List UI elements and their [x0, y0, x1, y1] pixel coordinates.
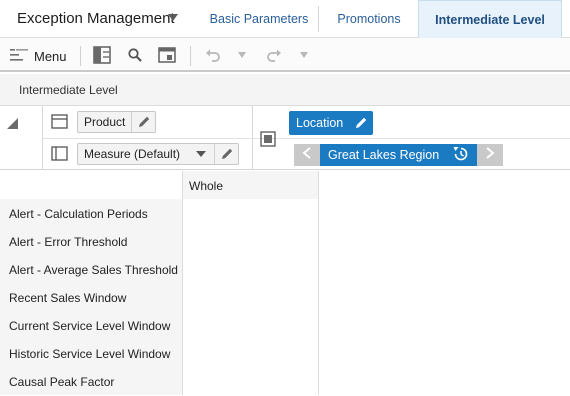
tab-intermediate-level[interactable]: Intermediate Level [418, 0, 562, 38]
grid-cell[interactable] [183, 283, 319, 311]
menu-icon [10, 48, 28, 65]
search-icon[interactable] [126, 46, 144, 64]
measure-dimension-select[interactable]: Measure (Default) [77, 143, 240, 165]
tab-basic-parameters[interactable]: Basic Parameters [200, 0, 318, 38]
menu-button[interactable]: Menu [10, 46, 67, 66]
reset-icon[interactable] [453, 146, 469, 165]
grid-corner-cell [0, 171, 183, 199]
edit-pencil-icon[interactable] [131, 112, 155, 132]
table-row: Causal Peak Factor [0, 367, 319, 395]
location-dimension-chip[interactable]: Location [289, 111, 374, 135]
row-header[interactable]: Current Service Level Window [0, 311, 183, 339]
table-row: Recent Sales Window [0, 283, 319, 311]
column-header-row: Whole [0, 171, 319, 199]
layout-column-icon[interactable] [51, 146, 68, 166]
toolbar-divider [80, 46, 81, 66]
previous-page-button[interactable] [294, 144, 320, 166]
table-row: Alert - Calculation Periods [0, 199, 319, 227]
next-page-button[interactable] [477, 144, 504, 166]
app-window: Exception Management Basic Parameters Pr… [0, 0, 570, 396]
chevron-down-icon[interactable] [295, 46, 313, 64]
grid-cell[interactable] [183, 255, 319, 283]
tab-promotions[interactable]: Promotions [320, 0, 418, 38]
app-menu-caret-icon[interactable] [168, 14, 178, 21]
row-header[interactable]: Recent Sales Window [0, 283, 183, 311]
edit-pencil-icon[interactable] [349, 111, 373, 135]
page-layout-icon[interactable] [260, 131, 276, 152]
grid-cell[interactable] [183, 339, 319, 367]
split-view-icon[interactable] [93, 46, 111, 64]
column-header-whole[interactable]: Whole [183, 171, 319, 199]
location-dimension-label: Location [296, 116, 344, 130]
grid-cell[interactable] [183, 311, 319, 339]
grid-cell[interactable] [183, 199, 319, 227]
toolbar: Menu [0, 38, 570, 72]
table-row: Alert - Error Threshold [0, 227, 319, 255]
page-selector-value[interactable]: Great Lakes Region [320, 144, 478, 166]
undo-icon[interactable] [204, 46, 222, 64]
table-icon[interactable] [158, 46, 176, 64]
grid-cell[interactable] [183, 227, 319, 255]
corner-expand-icon[interactable] [7, 118, 18, 129]
chevron-left-icon [302, 146, 312, 164]
pivot-divider [253, 138, 570, 139]
page-selector: Great Lakes Region [294, 144, 504, 166]
redo-icon[interactable] [265, 46, 283, 64]
pivot-divider [42, 138, 252, 139]
region-label: Great Lakes Region [328, 148, 440, 162]
chevron-down-icon[interactable] [233, 46, 251, 64]
menu-label: Menu [34, 48, 67, 64]
table-row: Current Service Level Window [0, 311, 319, 339]
toolbar-divider [190, 46, 191, 66]
section-header: Intermediate Level [0, 74, 570, 106]
title-bar: Exception Management Basic Parameters Pr… [0, 0, 570, 38]
measure-dimension-label: Measure (Default) [84, 147, 181, 161]
row-header[interactable]: Alert - Error Threshold [0, 227, 183, 255]
edit-pencil-icon[interactable] [214, 144, 238, 164]
app-title[interactable]: Exception Management [17, 10, 175, 27]
layout-row-icon[interactable] [51, 114, 68, 134]
product-dimension-label: Product [84, 115, 126, 129]
table-row: Alert - Average Sales Threshold [0, 255, 319, 283]
product-dimension-chip[interactable]: Product [77, 111, 157, 133]
row-header[interactable]: Causal Peak Factor [0, 367, 183, 395]
section-title: Intermediate Level [19, 83, 118, 97]
row-header[interactable]: Alert - Calculation Periods [0, 199, 183, 227]
grid-cell[interactable] [183, 367, 319, 395]
table-row: Historic Service Level Window [0, 339, 319, 367]
row-header[interactable]: Alert - Average Sales Threshold [0, 255, 183, 283]
chevron-right-icon [485, 146, 495, 164]
tab-divider [318, 6, 319, 32]
row-header[interactable]: Historic Service Level Window [0, 339, 183, 367]
chevron-down-icon[interactable] [196, 151, 207, 157]
pivot-area: Product Measure (Default) Location Great… [0, 106, 570, 170]
